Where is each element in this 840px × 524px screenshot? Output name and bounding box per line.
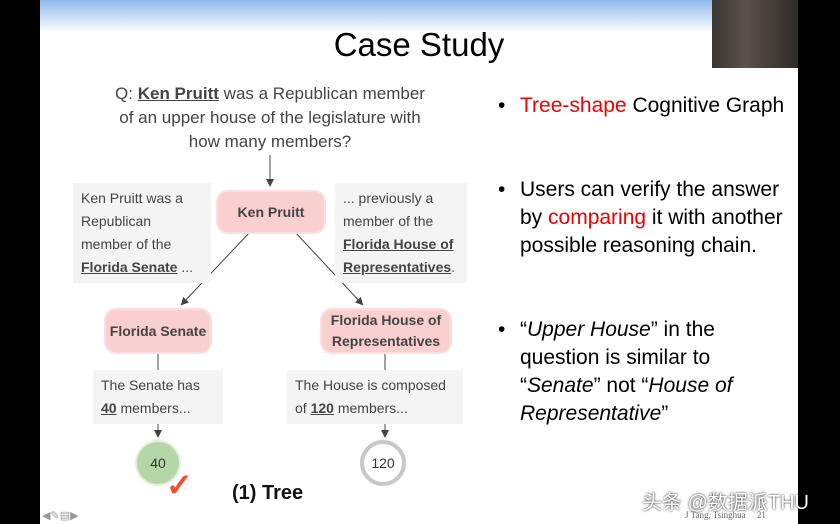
bullet-3: • “Upper House” in the question is simila…	[498, 318, 733, 425]
bullet-highlight: comparing	[548, 206, 647, 229]
box-suffix: ...	[177, 259, 194, 275]
bullet-1: • Tree-shape Cognitive Graph	[498, 94, 785, 117]
box-text: ... previously a member of the	[343, 190, 434, 229]
box-num: 40	[101, 400, 117, 416]
node-florida-senate: Florida Senate	[104, 308, 212, 354]
answer-node-120: 120	[360, 440, 406, 486]
webcam-video	[712, 0, 798, 68]
watermark: 头条 @数据派THU	[642, 492, 809, 514]
bullet-text: “	[520, 318, 527, 341]
evidence-box-house: The House is composed of 120 members...	[287, 370, 463, 424]
slide-nav: ◀✎▤▶	[42, 509, 79, 522]
context-box-right: ... previously a member of the Florida H…	[335, 183, 467, 283]
bullet-italic: Senate	[527, 374, 594, 397]
box-suffix: members...	[333, 400, 408, 416]
pen-icon[interactable]: ✎	[50, 510, 59, 522]
next-arrow-icon[interactable]: ▶	[70, 510, 78, 522]
slide: Case Study Q: Ken Pruitt was a Republica…	[40, 0, 798, 524]
box-num: 120	[310, 400, 334, 416]
node-florida-house: Florida House of Representatives	[320, 308, 452, 354]
evidence-box-senate: The Senate has 40 members...	[93, 370, 223, 424]
bullet-highlight: Tree-shape	[520, 94, 627, 117]
checkmark-icon: ✓	[166, 467, 193, 503]
bullet-text: Cognitive Graph	[626, 94, 785, 117]
menu-icon[interactable]: ▤	[60, 510, 70, 522]
bullet-italic: Upper House	[527, 318, 651, 341]
figure-caption: (1) Tree	[232, 482, 304, 504]
box-link: Florida Senate	[81, 259, 178, 275]
node-ken-pruitt: Ken Pruitt	[216, 190, 326, 234]
context-box-left: Ken Pruitt was a Republican member of th…	[73, 183, 211, 283]
box-suffix: members...	[116, 400, 191, 416]
box-text: The Senate has	[101, 377, 200, 393]
box-text: Ken Pruitt was a Republican member of th…	[81, 190, 183, 252]
bullet-text: ”	[661, 402, 669, 425]
box-link: Florida House of Representatives	[343, 236, 454, 275]
bullet-2: • Users can verify the answer by comparin…	[498, 178, 783, 257]
bullet-text: ” not “	[593, 374, 649, 397]
box-suffix: .	[451, 259, 456, 275]
